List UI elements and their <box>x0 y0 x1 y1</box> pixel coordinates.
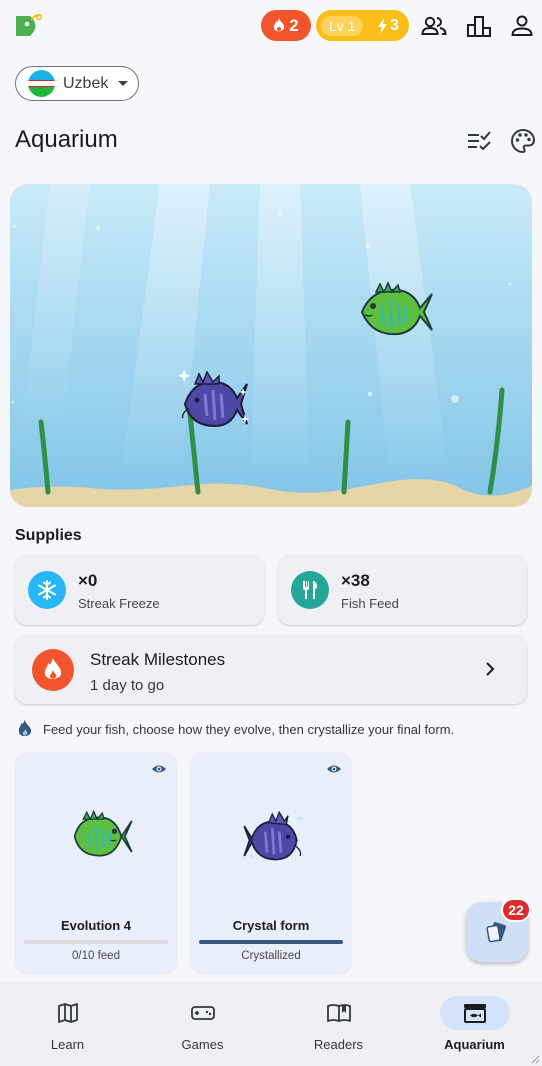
streak-freeze-card[interactable]: ×0 Streak Freeze <box>15 555 264 625</box>
chevron-right-icon <box>486 662 495 676</box>
nav-item-aquarium[interactable]: Aquarium <box>407 982 542 1066</box>
resize-handle-icon <box>531 1055 540 1064</box>
caret-down-icon <box>118 81 129 86</box>
aquarium-icon <box>463 1004 486 1023</box>
app-logo <box>16 13 43 36</box>
nav-label: Aquarium <box>444 1037 505 1052</box>
info-row: Feed your fish, choose how they evolve, … <box>17 720 454 738</box>
snowflake-icon <box>28 571 66 609</box>
top-bar: 2 Lv 1 3 <box>0 0 542 56</box>
milestone-subtitle: 1 day to go <box>90 677 165 694</box>
crystal-flame-icon <box>18 720 32 737</box>
fab-count-badge: 22 <box>501 898 531 922</box>
crystal-fish-image <box>243 810 305 861</box>
nav-item-games[interactable]: Games <box>135 982 270 1066</box>
streak-milestones-card[interactable]: Streak Milestones 1 day to go <box>15 635 527 704</box>
level-badge[interactable]: Lv 1 3 <box>316 10 409 41</box>
uzbekistan-flag-icon <box>28 70 55 97</box>
energy-count: 3 <box>390 16 399 34</box>
fish-card[interactable]: Crystal form Crystallized <box>190 752 352 975</box>
fish-card-status: Crystallized <box>241 950 301 962</box>
book-icon <box>326 1004 351 1022</box>
fish-card-status: 0/10 feed <box>72 950 120 962</box>
fish-feed-card[interactable]: ×38 Fish Feed <box>278 555 527 625</box>
streak-count: 2 <box>289 15 299 35</box>
nav-label: Readers <box>313 1037 364 1052</box>
gamepad-icon <box>190 1006 215 1020</box>
friends-icon[interactable] <box>421 13 447 39</box>
nav-item-readers[interactable]: Readers <box>271 982 406 1066</box>
fish-feed-count: ×38 <box>341 571 370 590</box>
milestone-title: Streak Milestones <box>90 650 226 669</box>
checklist-icon[interactable] <box>466 128 492 154</box>
aquarium-tank[interactable] <box>10 184 532 507</box>
page-title: Aquarium <box>15 126 118 153</box>
language-label: Uzbek <box>63 74 109 92</box>
fish-card[interactable]: Evolution 4 0/10 feed <box>15 752 177 975</box>
cards-icon <box>486 922 506 943</box>
feed-progress-bar <box>24 940 168 944</box>
lightning-icon <box>378 17 388 34</box>
crystal-progress-bar <box>199 940 343 944</box>
streak-freeze-count: ×0 <box>78 571 98 590</box>
palette-icon[interactable] <box>510 128 536 154</box>
eye-icon[interactable] <box>326 762 342 776</box>
fork-knife-icon <box>291 571 329 609</box>
streak-badge[interactable]: 2 <box>261 10 311 41</box>
evolution-fish-image <box>73 809 133 857</box>
bottom-navigation: Learn Games Readers Aquarium <box>0 982 542 1066</box>
fish-card-title: Evolution 4 <box>60 918 132 933</box>
level-label: Lv 1 <box>321 15 364 36</box>
supplies-heading: Supplies <box>15 527 82 544</box>
nav-item-learn[interactable]: Learn <box>0 982 135 1066</box>
leaderboard-icon[interactable] <box>466 13 492 39</box>
energy: 3 <box>377 17 399 35</box>
fish-feed-label: Fish Feed <box>341 596 399 611</box>
eye-icon[interactable] <box>151 762 167 776</box>
language-selector[interactable]: Uzbek <box>15 66 139 101</box>
map-icon <box>57 1003 78 1023</box>
fish-card-title: Crystal form <box>232 918 310 933</box>
flame-icon <box>274 18 285 32</box>
profile-icon[interactable] <box>509 13 535 39</box>
crystal-progress-fill <box>199 940 343 944</box>
nav-label: Learn <box>50 1037 85 1052</box>
info-text: Feed your fish, choose how they evolve, … <box>43 721 455 737</box>
nav-label: Games <box>181 1037 224 1052</box>
flame-icon <box>32 649 74 691</box>
streak-freeze-label: Streak Freeze <box>78 596 160 611</box>
